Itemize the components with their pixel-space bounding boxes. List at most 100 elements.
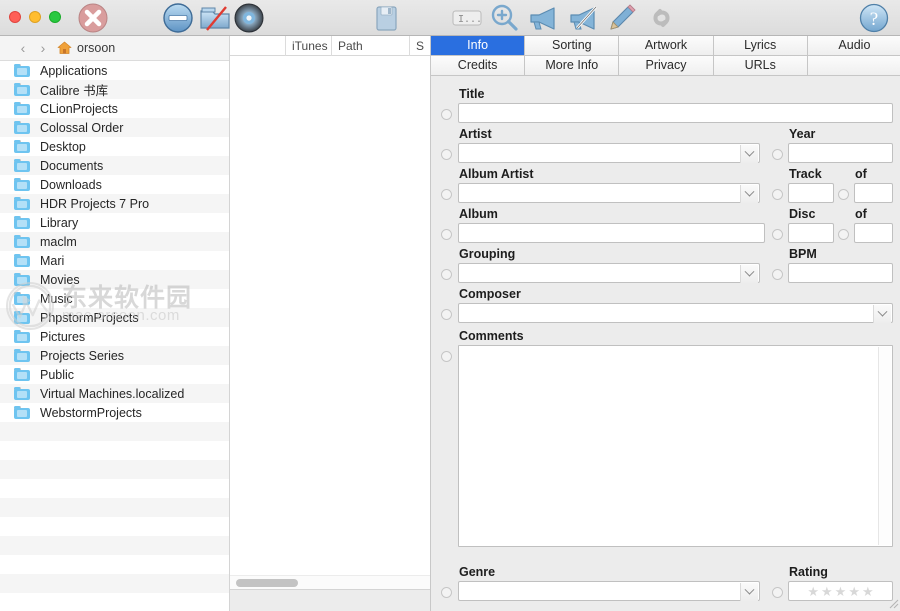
composer-label: Composer: [459, 287, 521, 301]
scrollbar-thumb[interactable]: [236, 579, 298, 587]
sidebar-item-documents[interactable]: Documents: [0, 156, 229, 175]
minus-circle-icon[interactable]: [160, 2, 196, 34]
composer-dropdown-arrow-icon[interactable]: [873, 305, 891, 323]
artist-input[interactable]: [458, 143, 760, 163]
tab-audio[interactable]: Audio: [807, 36, 900, 56]
tab-info[interactable]: Info: [431, 36, 526, 56]
sidebar-file-list[interactable]: Applications Calibre 书库 CLionProjects Colos…: [0, 61, 229, 611]
pencil-icon[interactable]: [605, 2, 637, 34]
disc-of-toggle[interactable]: [838, 229, 849, 240]
column-header-itunes[interactable]: iTunes: [286, 35, 332, 56]
sidebar-item-virtual-machines-localized[interactable]: Virtual Machines.localized: [0, 384, 229, 403]
megaphone-icon[interactable]: [525, 2, 563, 34]
comments-scrollbar[interactable]: [878, 347, 891, 545]
track-toggle[interactable]: [772, 189, 783, 200]
tab-lyrics[interactable]: Lyrics: [713, 36, 808, 56]
folder-excluded-icon[interactable]: [196, 2, 234, 34]
close-button[interactable]: [9, 11, 21, 23]
sidebar-item-phpstormprojects[interactable]: PhpstormProjects: [0, 308, 229, 327]
sidebar-item-webstormprojects[interactable]: WebstormProjects: [0, 403, 229, 422]
album-artist-toggle[interactable]: [441, 189, 452, 200]
composer-toggle[interactable]: [441, 309, 452, 320]
disc-of-input[interactable]: [854, 223, 893, 243]
star-icon[interactable]: ★: [807, 585, 819, 598]
disc-toggle[interactable]: [772, 229, 783, 240]
rating-toggle[interactable]: [772, 587, 783, 598]
disc-icon[interactable]: [232, 2, 266, 34]
sidebar-item-maclm[interactable]: maclm: [0, 232, 229, 251]
sidebar-item-hdr-projects-7-pro[interactable]: HDR Projects 7 Pro: [0, 194, 229, 213]
album-artist-dropdown-arrow-icon[interactable]: [740, 185, 758, 203]
back-button[interactable]: ‹: [13, 41, 33, 55]
star-icon[interactable]: ★: [821, 585, 833, 598]
year-toggle[interactable]: [772, 149, 783, 160]
sidebar-item-projects-series[interactable]: Projects Series: [0, 346, 229, 365]
horizontal-scrollbar[interactable]: [230, 575, 431, 589]
track-input[interactable]: [788, 183, 834, 203]
bpm-toggle[interactable]: [772, 269, 783, 280]
sidebar-item-music[interactable]: Music: [0, 289, 229, 308]
folder-icon: [14, 235, 30, 248]
save-floppy-icon[interactable]: [370, 2, 402, 34]
sidebar-item-applications[interactable]: Applications: [0, 61, 229, 80]
maximize-button[interactable]: [49, 11, 61, 23]
remove-x-icon[interactable]: [76, 2, 110, 34]
help-icon[interactable]: ?: [858, 2, 890, 34]
tab-urls[interactable]: URLs: [713, 56, 808, 76]
album-input[interactable]: [458, 223, 765, 243]
link-icon[interactable]: [645, 2, 679, 34]
genre-input[interactable]: [458, 581, 760, 601]
genre-dropdown-arrow-icon[interactable]: [740, 583, 758, 601]
tab-credits[interactable]: Credits: [431, 56, 526, 76]
star-icon[interactable]: ★: [835, 585, 847, 598]
track-of-input[interactable]: [854, 183, 893, 203]
sidebar-item-mari[interactable]: Mari: [0, 251, 229, 270]
resize-grip-icon[interactable]: [887, 597, 899, 609]
track-list-body[interactable]: [230, 56, 431, 611]
comments-label: Comments: [459, 329, 524, 343]
zoom-in-icon[interactable]: [488, 2, 520, 34]
grouping-dropdown-arrow-icon[interactable]: [740, 265, 758, 283]
comments-textarea[interactable]: [458, 345, 893, 547]
column-header-path[interactable]: Path: [332, 35, 410, 56]
comments-toggle[interactable]: [441, 351, 452, 362]
bpm-input[interactable]: [788, 263, 893, 283]
tab-sorting[interactable]: Sorting: [525, 36, 620, 56]
sidebar-item-library[interactable]: Library: [0, 213, 229, 232]
breadcrumb[interactable]: orsoon: [57, 41, 115, 55]
sidebar-item-label: WebstormProjects: [40, 405, 142, 420]
star-icon[interactable]: ★: [862, 585, 874, 598]
tab-privacy[interactable]: Privacy: [619, 56, 714, 76]
title-toggle[interactable]: [441, 109, 452, 120]
composer-input[interactable]: [458, 303, 893, 323]
grouping-input[interactable]: [458, 263, 760, 283]
star-icon[interactable]: ★: [848, 585, 860, 598]
column-header-s[interactable]: S: [410, 35, 431, 56]
sidebar-item-public[interactable]: Public: [0, 365, 229, 384]
tab-more-info[interactable]: More Info: [525, 56, 620, 76]
artist-toggle[interactable]: [441, 149, 452, 160]
rating-stars[interactable]: ★ ★ ★ ★ ★: [788, 581, 893, 601]
genre-toggle[interactable]: [441, 587, 452, 598]
sidebar-item-downloads[interactable]: Downloads: [0, 175, 229, 194]
forward-button[interactable]: ›: [33, 41, 53, 55]
title-input[interactable]: [458, 103, 893, 123]
sidebar-item-pictures[interactable]: Pictures: [0, 327, 229, 346]
megaphone-edit-icon[interactable]: [565, 2, 603, 34]
artist-dropdown-arrow-icon[interactable]: [740, 145, 758, 163]
year-input[interactable]: [788, 143, 893, 163]
disc-input[interactable]: [788, 223, 834, 243]
album-toggle[interactable]: [441, 229, 452, 240]
column-header[interactable]: [230, 35, 286, 56]
track-of-toggle[interactable]: [838, 189, 849, 200]
sidebar-item-clionprojects[interactable]: CLionProjects: [0, 99, 229, 118]
sidebar-item-movies[interactable]: Movies: [0, 270, 229, 289]
text-field-icon[interactable]: I...: [450, 2, 484, 34]
sidebar-item-colossal-order[interactable]: Colossal Order: [0, 118, 229, 137]
grouping-toggle[interactable]: [441, 269, 452, 280]
minimize-button[interactable]: [29, 11, 41, 23]
album-artist-input[interactable]: [458, 183, 760, 203]
sidebar-item-desktop[interactable]: Desktop: [0, 137, 229, 156]
tab-artwork[interactable]: Artwork: [619, 36, 714, 56]
sidebar-item-calibre[interactable]: Calibre 书库: [0, 80, 229, 99]
